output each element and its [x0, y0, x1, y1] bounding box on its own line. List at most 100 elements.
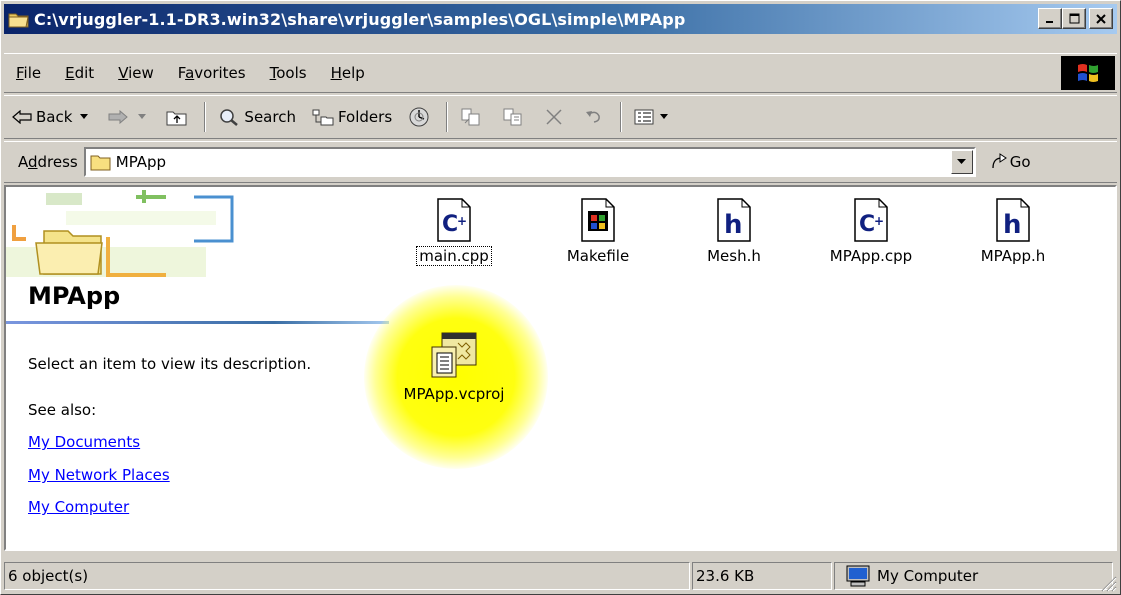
- file-name: Makefile: [566, 247, 630, 265]
- title-divider: [6, 321, 389, 324]
- windows-flag-icon: [1078, 64, 1098, 82]
- address-dropdown-button[interactable]: [950, 150, 973, 174]
- address-bar: Address MPApp Go: [4, 141, 1117, 183]
- file-name: main.cpp: [416, 246, 492, 266]
- address-input[interactable]: MPApp: [83, 147, 976, 177]
- history-icon: [409, 107, 429, 127]
- delete-icon: [546, 109, 562, 125]
- link-my-computer[interactable]: My Computer: [28, 498, 129, 516]
- address-label-pre: A: [18, 153, 28, 171]
- header-file-icon: h: [717, 198, 751, 242]
- forward-button[interactable]: [100, 100, 158, 134]
- menu-edit[interactable]: Edit: [53, 64, 106, 82]
- chevron-down-icon: [957, 159, 967, 164]
- address-value: MPApp: [115, 153, 167, 171]
- copy-to-button[interactable]: [494, 100, 536, 134]
- header-file-icon: h: [996, 198, 1030, 242]
- my-computer-icon: [846, 565, 870, 587]
- menu-file[interactable]: File: [4, 64, 53, 82]
- menu-view-label: iew: [128, 64, 154, 82]
- undo-button[interactable]: [576, 100, 616, 134]
- file-item[interactable]: MPApp.vcproj: [396, 329, 512, 403]
- close-button[interactable]: [1089, 8, 1113, 29]
- window-title: C:\vrjuggler-1.1-DR3.win32\share\vrjuggl…: [34, 9, 686, 29]
- back-button[interactable]: Back: [4, 100, 100, 134]
- menu-help[interactable]: Help: [319, 64, 377, 82]
- standard-toolbar: Back Search Folders: [4, 95, 1117, 139]
- menu-favorites-label: vorites: [194, 64, 246, 82]
- file-item[interactable]: h Mesh.h: [679, 197, 789, 265]
- file-name: MPApp.cpp: [829, 247, 913, 265]
- search-icon: [220, 109, 239, 126]
- menu-view-accel: V: [118, 64, 129, 82]
- go-button[interactable]: Go: [990, 153, 1031, 171]
- go-label: Go: [1009, 153, 1031, 171]
- menu-tools-label: ools: [276, 64, 307, 82]
- back-arrow-icon: [12, 110, 32, 124]
- address-label-accel: d: [28, 153, 38, 171]
- up-folder-icon: [166, 111, 187, 126]
- views-button[interactable]: [626, 100, 680, 134]
- go-arrow-icon: [992, 153, 1007, 169]
- title-bar[interactable]: C:\vrjuggler-1.1-DR3.win32\share\vrjuggl…: [4, 4, 1117, 34]
- search-label: Search: [244, 108, 296, 126]
- menu-favorites[interactable]: Favorites: [166, 64, 258, 82]
- status-size: 23.6 KB: [692, 562, 832, 590]
- back-label: Back: [36, 108, 73, 126]
- menu-file-label: ile: [23, 64, 42, 82]
- history-button[interactable]: [400, 100, 442, 134]
- menu-favorites-pre: F: [177, 64, 186, 82]
- folder-view: MPApp Select an item to view its descrip…: [4, 185, 1117, 551]
- link-my-network-places[interactable]: My Network Places: [28, 466, 170, 484]
- up-folder-button[interactable]: [158, 100, 200, 134]
- maximize-icon: [1069, 13, 1079, 24]
- menu-edit-label: dit: [74, 64, 95, 82]
- link-my-documents[interactable]: My Documents: [28, 433, 140, 451]
- delete-button[interactable]: [536, 100, 576, 134]
- web-view-panel: MPApp Select an item to view its descrip…: [6, 187, 391, 549]
- caption-buttons: [1038, 8, 1113, 29]
- file-item[interactable]: h MPApp.h: [958, 197, 1068, 265]
- status-bar: 6 object(s) 23.6 KB My Computer: [4, 562, 1117, 592]
- minimize-button[interactable]: [1038, 8, 1062, 29]
- menu-file-accel: F: [16, 64, 24, 82]
- explorer-window: C:\vrjuggler-1.1-DR3.win32\share\vrjuggl…: [0, 0, 1121, 595]
- cpp-file-icon: C+: [437, 198, 471, 242]
- svg-text:C: C: [859, 212, 875, 237]
- move-to-button[interactable]: [452, 100, 494, 134]
- address-label-rest: dress: [37, 153, 78, 171]
- menu-help-accel: H: [330, 64, 342, 82]
- close-icon: [1096, 13, 1106, 24]
- folder-icon: [8, 13, 29, 28]
- menu-edit-accel: E: [65, 64, 75, 82]
- status-zone: My Computer: [834, 562, 1113, 590]
- undo-icon: [586, 111, 601, 123]
- folders-label: Folders: [337, 108, 393, 126]
- chevron-down-icon: [138, 114, 147, 119]
- toolbar-separator: [620, 102, 623, 132]
- search-button[interactable]: Search: [210, 100, 304, 134]
- folder-title: MPApp: [28, 282, 121, 310]
- svg-text:+: +: [457, 214, 467, 228]
- file-item[interactable]: C + main.cpp: [399, 197, 509, 266]
- move-to-icon: [461, 108, 480, 126]
- menu-view[interactable]: View: [106, 64, 166, 82]
- vcproj-file-icon: [431, 332, 477, 378]
- makefile-icon: [581, 198, 615, 242]
- file-name: MPApp.h: [980, 247, 1046, 265]
- svg-text:h: h: [1003, 210, 1022, 240]
- menu-help-label: elp: [341, 64, 365, 82]
- status-object-count: 6 object(s): [4, 562, 690, 590]
- resize-grip-icon[interactable]: [1099, 574, 1117, 592]
- folders-button[interactable]: Folders: [304, 100, 400, 134]
- maximize-button[interactable]: [1062, 8, 1086, 29]
- chevron-down-icon: [660, 114, 669, 119]
- file-item[interactable]: C + MPApp.cpp: [816, 197, 926, 265]
- folders-icon: [312, 109, 334, 126]
- status-zone-label: My Computer: [877, 567, 979, 585]
- file-item[interactable]: Makefile: [543, 197, 653, 265]
- forward-arrow-icon: [108, 110, 129, 124]
- see-also-label: See also:: [28, 401, 97, 419]
- menu-tools[interactable]: Tools: [258, 64, 319, 82]
- folder-icon: [90, 155, 111, 171]
